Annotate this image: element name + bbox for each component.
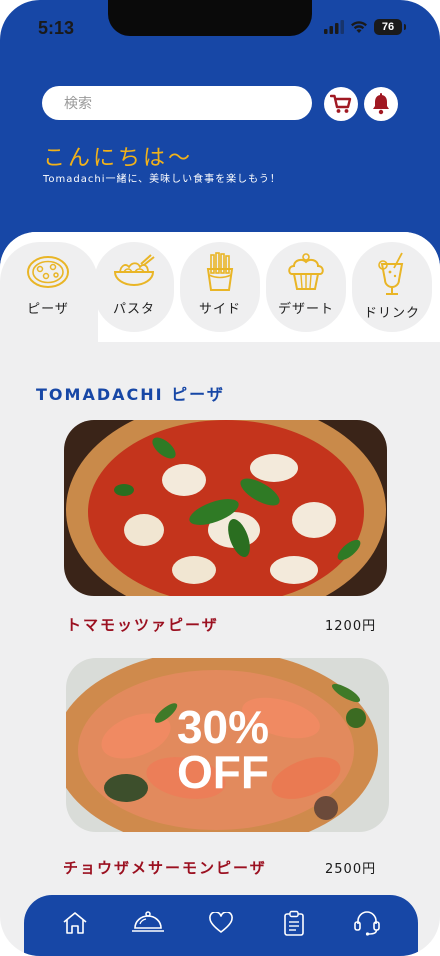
category-label: ピーザ <box>27 302 69 317</box>
nav-orders[interactable] <box>274 903 314 943</box>
category-dessert[interactable]: デザート <box>266 242 346 332</box>
battery-indicator: 76 <box>374 19 406 35</box>
category-label: パスタ <box>112 302 155 317</box>
category-label: ドリンク <box>363 306 420 321</box>
bottom-nav <box>24 895 418 956</box>
margherita-pizza-image <box>64 420 387 596</box>
menu-item-name: チョウザメサーモンピーザ <box>63 859 267 877</box>
clipboard-icon <box>284 910 304 936</box>
pizza-icon <box>27 256 69 288</box>
signal-icon <box>324 20 344 34</box>
heart-icon <box>209 912 233 934</box>
cloche-icon <box>131 911 164 932</box>
category-side[interactable]: サイド <box>180 242 260 332</box>
menu-item-card-1[interactable] <box>64 420 387 596</box>
nav-support[interactable] <box>347 903 387 943</box>
menu-item-price: 2500円 <box>325 862 377 877</box>
nav-home[interactable] <box>55 903 95 943</box>
discount-badge-off: OFF <box>177 746 269 798</box>
menu-item-price: 1200円 <box>325 619 377 634</box>
pasta-icon <box>113 254 155 286</box>
status-icons: 76 <box>324 19 406 35</box>
greeting-subtitle: Tomadachi一緒に、美味しい食事を楽しもう！ <box>43 174 281 185</box>
home-icon <box>63 912 87 934</box>
phone-screen: 5:13 76 検索 こんにちは〜 Tomadachi一緒に、美味しい食事を楽し… <box>0 0 440 956</box>
salmon-pizza-image: 30% OFF <box>66 658 389 832</box>
status-bar: 5:13 76 <box>0 0 440 58</box>
wifi-icon <box>351 21 367 33</box>
category-pasta[interactable]: パスタ <box>94 242 174 332</box>
nav-favorites[interactable] <box>201 903 241 943</box>
category-drink[interactable]: ドリンク <box>352 242 432 332</box>
status-time: 5:13 <box>38 18 75 38</box>
drink-icon <box>378 252 404 295</box>
camera-notch <box>108 0 312 36</box>
section-title: TOMADACHI ピーザ <box>36 385 225 404</box>
search-input[interactable]: 検索 <box>42 86 312 120</box>
cupcake-icon <box>288 253 324 290</box>
fries-icon <box>206 252 234 291</box>
bell-icon <box>373 93 389 115</box>
category-label: デザート <box>277 302 334 317</box>
notification-button[interactable] <box>364 87 398 121</box>
support-icon <box>354 911 381 936</box>
category-row: ピーザ パスタ サイド デザート ドリンク <box>8 242 440 332</box>
menu-item-name: トマモッツァピーザ <box>66 616 219 634</box>
greeting-title: こんにちは〜 <box>43 146 194 171</box>
category-pizza[interactable]: ピーザ <box>8 242 88 332</box>
category-label: サイド <box>198 302 241 317</box>
cart-icon <box>330 94 352 113</box>
nav-menu[interactable] <box>128 903 168 943</box>
cart-button[interactable] <box>324 87 358 121</box>
menu-item-card-2[interactable]: 30% OFF <box>66 658 389 832</box>
